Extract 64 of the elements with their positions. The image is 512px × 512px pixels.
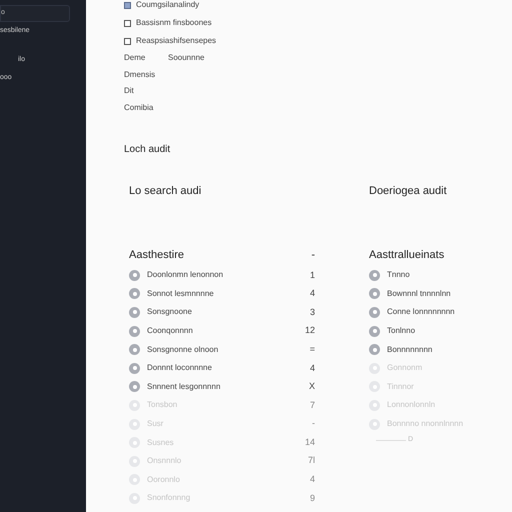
group-heading: Aasthestire [129,248,184,263]
item-count: 7 [310,398,316,412]
item-count: 1 [310,268,316,282]
bullet-icon [369,288,380,300]
list-item-label: Tonlnno [387,325,416,338]
item-count: 4 [310,287,316,300]
bullet-icon [369,344,380,356]
group-heading: Aasttrallueinats [369,248,444,263]
bullet-icon [129,456,140,467]
checkbox-label: Coumgsilanalindy [136,0,200,11]
checkbox[interactable] [124,20,131,26]
list-item-label: Snnnent lesgonnnnn [147,380,220,393]
bullet-icon [369,326,380,337]
bullet-icon [369,362,380,374]
heading-mark: - [311,248,315,263]
bullet-icon [129,326,140,337]
bullet-icon [369,270,380,281]
detail-value: Soounnne [168,52,204,64]
checkbox-label: Bassisnm finsboones [136,17,212,29]
list-item-label: Sonnot lesmnnnne [147,288,214,300]
bullet-icon [129,437,140,448]
item-count: 4 [310,473,316,486]
detail-label: Dit [124,85,135,98]
item-count: - [312,417,316,430]
item-count: 4 [310,362,316,375]
bullet-icon [129,418,140,430]
detail-label: Comibia [124,102,154,114]
checkbox-label: Reaspsiashifsensepes [136,35,216,47]
bullet-icon [129,362,140,374]
detail-label: Dmensis [124,68,156,81]
bullet-icon [129,270,140,281]
item-count: X [308,380,316,394]
column-title: Lo search audi [129,184,202,199]
bullet-icon [369,400,380,411]
bullet-icon [129,381,140,392]
list-item-label: Sonsgnonne olnoon [147,344,218,356]
detail-label: Deme [124,52,146,64]
bullet-icon [129,400,140,411]
list-item-label: Bownnnl tnnnnlnn [387,288,451,300]
bullet-icon [129,288,140,300]
bullet-icon [369,418,380,430]
list-item-label: Tnnno [387,269,410,282]
checkbox[interactable] [124,38,131,44]
bullet-icon [129,344,140,356]
list-item-label: Donnnt loconnnne [147,362,212,374]
list-item-label: Doonlonmn lenonnon [147,269,224,282]
bullet-icon [369,306,380,318]
list-item-label: Coonqonnnn [147,325,193,338]
bullet-icon [369,381,380,392]
bullet-icon [129,474,140,486]
bullet-icon [129,306,140,318]
item-count: 12 [304,324,316,338]
item-count: 7l [308,454,316,468]
item-count: 3 [310,306,316,319]
list-item-label: Sonsgnoone [147,306,192,318]
list-item-label: Bonnnnnnnn [387,344,432,356]
section-title: Loch audit [124,143,172,157]
item-count: 14 [304,436,316,449]
bullet-icon [129,492,140,504]
item-count: = [310,342,316,356]
checkbox[interactable] [124,2,131,8]
item-count: 9 [310,492,316,505]
list-item-label: Conne lonnnnnnnn [387,306,455,318]
column-title: Doeriogea audit [369,184,448,199]
